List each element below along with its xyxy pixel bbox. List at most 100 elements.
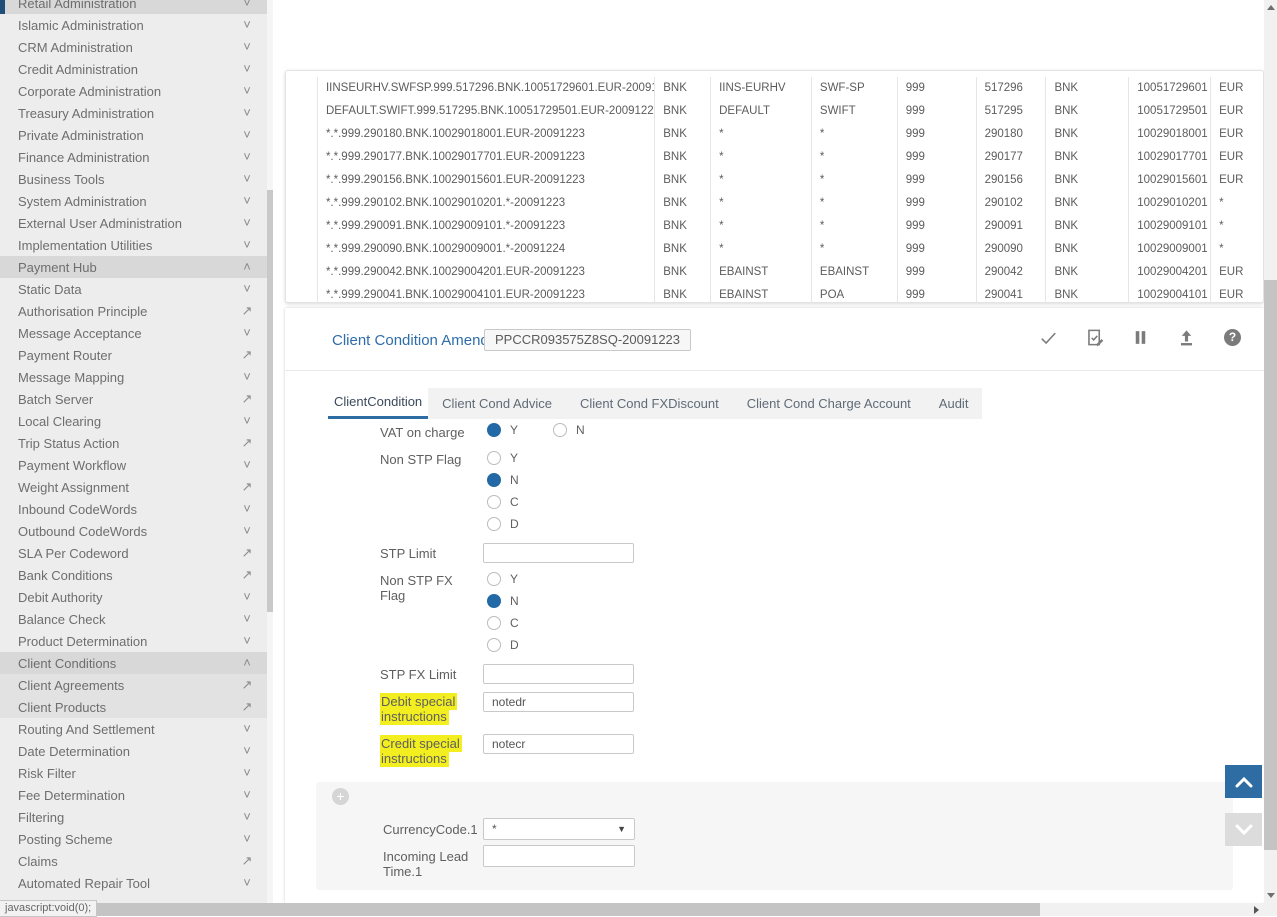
radio-icon <box>487 495 501 509</box>
table-row[interactable]: *.*.999.290177.BNK.10029017701.EUR-20091… <box>286 146 1263 169</box>
sidebar-item[interactable]: Static Data ˅ <box>0 278 267 300</box>
sidebar-item[interactable]: Balance Check ˅ <box>0 608 267 630</box>
credit-special-instructions-input[interactable] <box>483 734 634 754</box>
sidebar-item[interactable]: Retail Administration ˅ <box>0 0 267 14</box>
horizontal-scrollbar-thumb[interactable] <box>0 903 1040 916</box>
chevron-down-icon: ˅ <box>239 124 255 146</box>
field-label-stp-limit: STP Limit <box>380 546 485 561</box>
table-row[interactable]: *.*.999.290091.BNK.10029009101.*-2009122… <box>286 215 1263 238</box>
chevron-down-icon: ˅ <box>239 586 255 608</box>
sidebar-item[interactable]: Automated Repair Tool ˅ <box>0 872 267 894</box>
scroll-to-bottom-button[interactable] <box>1225 813 1262 846</box>
sidebar-item[interactable]: External User Administration ˅ <box>0 212 267 234</box>
sidebar-item[interactable]: Bank Conditions ↗ <box>0 564 267 586</box>
help-button[interactable]: ? <box>1223 328 1242 347</box>
edit-notes-button[interactable] <box>1085 328 1104 347</box>
upload-button[interactable] <box>1177 328 1196 347</box>
sidebar-item[interactable]: Business Tools ˅ <box>0 168 267 190</box>
table-cell: 10029004101 <box>1129 284 1211 303</box>
sidebar-item[interactable]: Credit Administration ˅ <box>0 58 267 80</box>
sidebar-item[interactable]: Payment Router ↗ <box>0 344 267 366</box>
radio-option[interactable]: Y <box>487 568 519 590</box>
tab[interactable]: Client Cond Charge Account <box>733 388 925 419</box>
sidebar-item[interactable]: Message Acceptance ˅ <box>0 322 267 344</box>
radio-option[interactable]: Y <box>487 447 519 469</box>
sidebar-item[interactable]: Corporate Administration ˅ <box>0 80 267 102</box>
check-icon <box>1039 328 1058 347</box>
sidebar-item-label: Corporate Administration <box>18 84 239 99</box>
sidebar-item[interactable]: Trip Status Action ↗ <box>0 432 267 454</box>
scrollbar-down-arrow-icon[interactable] <box>1267 893 1275 898</box>
incoming-lead-time-input[interactable] <box>483 845 635 867</box>
radio-option[interactable]: C <box>487 612 519 634</box>
sidebar-item[interactable]: Payment Workflow ˅ <box>0 454 267 476</box>
stp-fx-limit-input[interactable] <box>483 664 634 684</box>
radio-option[interactable]: D <box>487 634 519 656</box>
table-row[interactable]: *.*.999.290041.BNK.10029004101.EUR-20091… <box>286 284 1263 303</box>
sidebar-item[interactable]: Date Determination ˅ <box>0 740 267 762</box>
sidebar-item[interactable]: Fee Determination ˅ <box>0 784 267 806</box>
table-row[interactable]: DEFAULT.SWIFT.999.517295.BNK.10051729501… <box>286 100 1263 123</box>
sidebar-item[interactable]: Batch Server ↗ <box>0 388 267 410</box>
table-cell: SWIFT <box>812 100 898 123</box>
sidebar-item[interactable]: Private Administration ˅ <box>0 124 267 146</box>
sidebar-item[interactable]: SLA Per Codeword ↗ <box>0 542 267 564</box>
scrollbar-right-arrow-icon[interactable] <box>1254 906 1259 914</box>
vertical-scrollbar-thumb[interactable] <box>1264 280 1277 850</box>
table-row[interactable]: *.*.999.290090.BNK.10029009001.*-2009122… <box>286 238 1263 261</box>
sidebar-item[interactable]: Treasury Administration ˅ <box>0 102 267 124</box>
table-row[interactable]: IINSEURHV.SWFSP.999.517296.BNK.100517296… <box>286 77 1263 100</box>
stp-limit-input[interactable] <box>483 543 634 563</box>
scroll-to-top-button[interactable] <box>1225 765 1262 798</box>
sidebar-item[interactable]: Payment Hub ˄ <box>0 256 267 278</box>
pause-button[interactable] <box>1131 328 1150 347</box>
sidebar-item[interactable]: Claims ↗ <box>0 850 267 872</box>
table-row[interactable]: *.*.999.290180.BNK.10029018001.EUR-20091… <box>286 123 1263 146</box>
chevron-down-icon: ˅ <box>239 608 255 630</box>
table-row[interactable]: *.*.999.290156.BNK.10029015601.EUR-20091… <box>286 169 1263 192</box>
confirm-button[interactable] <box>1039 328 1058 347</box>
vertical-scrollbar-track[interactable] <box>1264 0 1277 903</box>
tab[interactable]: Audit <box>925 388 983 419</box>
tab[interactable]: ClientCondition <box>328 388 428 419</box>
table-cell: * <box>711 192 812 215</box>
sidebar-item[interactable]: Finance Administration ˅ <box>0 146 267 168</box>
sidebar-item[interactable]: Authorisation Principle ↗ <box>0 300 267 322</box>
sidebar-item[interactable]: Routing And Settlement ˅ <box>0 718 267 740</box>
sidebar-item[interactable]: Filtering ˅ <box>0 806 267 828</box>
add-row-button[interactable]: + <box>332 788 349 805</box>
sidebar-item[interactable]: Risk Filter ˅ <box>0 762 267 784</box>
sidebar-item[interactable]: Client Agreements ↗ <box>0 674 267 696</box>
table-row[interactable]: *.*.999.290102.BNK.10029010201.*-2009122… <box>286 192 1263 215</box>
currency-code-select[interactable]: * ▼ <box>483 818 635 840</box>
sidebar-item[interactable]: System Administration ˅ <box>0 190 267 212</box>
sidebar-item[interactable]: Posting Scheme ˅ <box>0 828 267 850</box>
radio-option-label: Y <box>510 423 518 437</box>
tab[interactable]: Client Cond Advice <box>428 388 566 419</box>
sidebar-item[interactable]: Debit Authority ˅ <box>0 586 267 608</box>
debit-special-instructions-input[interactable] <box>483 692 634 712</box>
sidebar-item[interactable]: Client Conditions ˄ <box>0 652 267 674</box>
sidebar-item[interactable]: CRM Administration ˅ <box>0 36 267 58</box>
sidebar-item[interactable]: Product Determination ˅ <box>0 630 267 652</box>
table-row[interactable]: *.*.999.290042.BNK.10029004201.EUR-20091… <box>286 261 1263 284</box>
horizontal-scrollbar-track[interactable] <box>0 903 1264 916</box>
dropdown-arrow-icon: ▼ <box>617 824 626 834</box>
sidebar-item[interactable]: Client Products ↗ <box>0 696 267 718</box>
radio-option[interactable]: N <box>553 419 585 441</box>
radio-option[interactable]: C <box>487 491 519 513</box>
radio-option[interactable]: Y <box>487 419 518 441</box>
scrollbar-up-arrow-icon[interactable] <box>1267 5 1275 10</box>
sidebar-item[interactable]: Weight Assignment ↗ <box>0 476 267 498</box>
sidebar-item[interactable]: Local Clearing ˅ <box>0 410 267 432</box>
sidebar-item[interactable]: Islamic Administration ˅ <box>0 14 267 36</box>
radio-option[interactable]: N <box>487 590 519 612</box>
sidebar-item[interactable]: Message Mapping ˅ <box>0 366 267 388</box>
sidebar-item[interactable]: Outbound CodeWords ˅ <box>0 520 267 542</box>
sidebar-item[interactable]: Inbound CodeWords ˅ <box>0 498 267 520</box>
radio-option[interactable]: D <box>487 513 519 535</box>
table-cell: BNK <box>1046 192 1129 215</box>
radio-option[interactable]: N <box>487 469 519 491</box>
tab[interactable]: Client Cond FXDiscount <box>566 388 733 419</box>
sidebar-item[interactable]: Implementation Utilities ˅ <box>0 234 267 256</box>
